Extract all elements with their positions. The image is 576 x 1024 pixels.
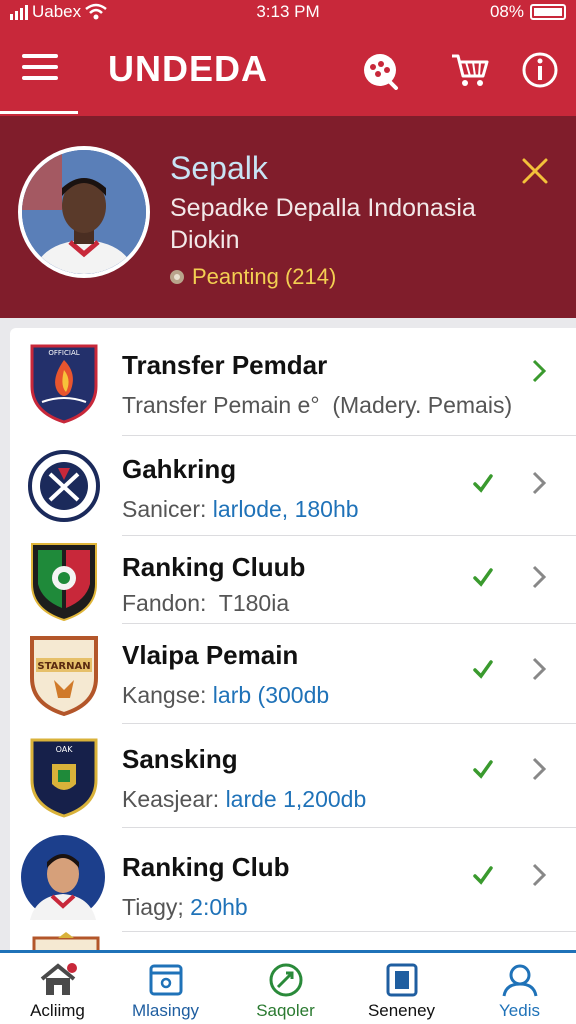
nav-label: Saqoler [256, 1001, 315, 1020]
status-right: 08% [490, 2, 566, 22]
user-icon [502, 964, 537, 997]
status-badge: Peanting (214) [170, 264, 336, 290]
club-crest-icon: OFFICIAL [30, 344, 98, 424]
profile-name: Sepalk [170, 150, 268, 186]
list-item-subtitle: Transfer Pemain e° (Madery. Pemais) [122, 392, 513, 418]
wallet-icon [149, 964, 182, 996]
list-item[interactable]: OAK Sansking Keasjear: larde 1,200db [10, 724, 576, 828]
status-dot-icon [170, 270, 184, 284]
check-icon [473, 660, 493, 679]
list-item[interactable]: Gahkring Sanicer: larlode, 180hb [10, 436, 576, 536]
list-item-subtitle: Fandon: T180ia [122, 590, 290, 616]
check-icon [473, 568, 493, 587]
cart-icon[interactable] [450, 50, 490, 90]
nav-label: Acliimg [30, 1001, 85, 1020]
profile-status: Peanting (214) [192, 264, 337, 289]
divider [122, 931, 576, 932]
list-item-subtitle: Keasjear: larde 1,200db [122, 786, 367, 812]
battery-icon [530, 4, 566, 20]
profile-subtitle-2: Diokin [170, 226, 240, 254]
app-screen: Uabex 3:13 PM 08% UNDEDA Sepalk Sepadke … [0, 0, 576, 1024]
avatar[interactable] [18, 146, 150, 278]
app-bar: UNDEDA [0, 36, 576, 106]
list-item[interactable]: OFFICIAL Transfer Pemdar Transfer Pemain… [10, 328, 576, 436]
chevron-right-icon[interactable] [530, 656, 548, 682]
svg-text:OAK: OAK [56, 745, 74, 754]
list-item[interactable]: Ranking Cluub Fandon: T180ia [10, 536, 576, 624]
list-item-title: Sansking [122, 744, 238, 774]
list-item-title: Vlaipa Pemain [122, 640, 299, 670]
close-icon[interactable] [520, 156, 550, 186]
player-avatar [21, 835, 105, 920]
check-icon [473, 760, 493, 779]
chevron-right-icon[interactable] [530, 756, 548, 782]
nav-item-whistle[interactable]: Saqoler [228, 957, 343, 1023]
chevron-right-icon[interactable] [530, 564, 548, 590]
chevron-right-icon[interactable] [530, 358, 548, 384]
bottom-nav: Acliimg Mlasingy Saqoler Seneney Yedis [0, 950, 576, 1024]
club-crest-icon [28, 450, 100, 522]
profile-banner: Sepalk Sepadke Depalla Indonasia Diokin … [0, 116, 576, 318]
list-item-subtitle: Kangse: larb (300db [122, 682, 330, 708]
list-item-title: Transfer Pemdar [122, 350, 328, 380]
club-crest-icon [31, 543, 97, 622]
battery-percent: 08% [489, 2, 524, 21]
list-item-subtitle: Tiagy; 2:0hb [122, 894, 248, 920]
nav-item-wallet[interactable]: Mlasingy [108, 957, 223, 1023]
device-icon [386, 963, 417, 997]
menu-icon[interactable] [22, 54, 58, 82]
club-crest-icon: STARNAN [30, 636, 98, 716]
list-item[interactable]: Ranking Club Tiagy; 2:0hb [10, 828, 576, 932]
list-item[interactable]: STARNAN Vlaipa Pemain Kangse: larb (300d… [10, 624, 576, 724]
chevron-right-icon[interactable] [530, 862, 548, 888]
list-item-title: Ranking Cluub [122, 552, 306, 582]
header: Uabex 3:13 PM 08% UNDEDA [0, 0, 576, 116]
svg-text:OFFICIAL: OFFICIAL [48, 349, 79, 357]
info-icon[interactable] [520, 50, 560, 90]
list-item-subtitle: Sanicer: larlode, 180hb [122, 496, 359, 522]
list-item-title: Gahkring [122, 454, 237, 484]
chat-icon[interactable] [360, 50, 400, 90]
nav-label: Seneney [367, 1001, 436, 1020]
whistle-icon [269, 963, 302, 997]
nav-label: Yedis [499, 1001, 540, 1020]
app-title: UNDEDA [108, 48, 269, 89]
chevron-right-icon[interactable] [530, 470, 548, 496]
check-icon [473, 866, 493, 885]
svg-text:STARNAN: STARNAN [37, 661, 90, 672]
home-icon [40, 963, 77, 995]
active-tab-indicator [0, 111, 78, 114]
list-item-title: Ranking Club [122, 852, 290, 882]
nav-item-device[interactable]: Seneney [344, 957, 459, 1023]
check-icon [473, 474, 493, 493]
profile-subtitle: Sepadke Depalla Indonasia [170, 194, 476, 222]
nav-item-profile[interactable]: Yedis [462, 957, 576, 1023]
club-crest-icon: OAK [30, 738, 98, 818]
status-bar: Uabex 3:13 PM 08% [0, 0, 576, 28]
nav-item-home[interactable]: Acliimg [0, 957, 115, 1023]
nav-label: Mlasingy [131, 1001, 200, 1020]
transfer-list: OFFICIAL Transfer Pemdar Transfer Pemain… [10, 328, 576, 958]
